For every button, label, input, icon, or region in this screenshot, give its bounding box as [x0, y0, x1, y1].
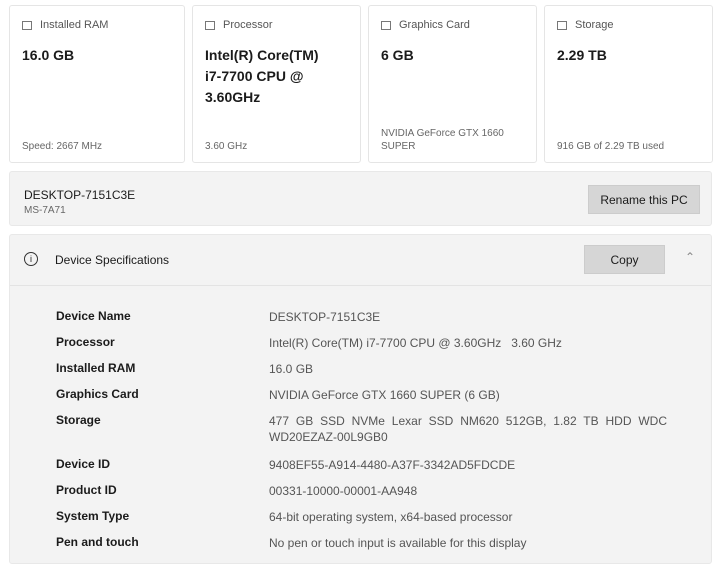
- spec-label: System Type: [56, 509, 130, 523]
- spec-value: Intel(R) Core(TM) i7-7700 CPU @ 3.60GHz …: [269, 336, 562, 350]
- card-label: Processor: [223, 19, 273, 31]
- spec-label: Device ID: [56, 457, 111, 471]
- spec-value: NVIDIA GeForce GTX 1660 SUPER (6 GB): [269, 388, 500, 402]
- spec-value: No pen or touch input is available for t…: [269, 536, 527, 550]
- card-value: 16.0 GB: [22, 47, 75, 63]
- spec-value: 16.0 GB: [269, 362, 314, 376]
- card-label: Graphics Card: [399, 19, 470, 31]
- card-graphics: Graphics Card 6 GB NVIDIA GeForce GTX 16…: [368, 5, 537, 163]
- device-specifications: i Device Specifications Copy ⌃ Device Na…: [9, 234, 712, 564]
- spec-label: Installed RAM: [56, 361, 136, 375]
- spec-label: Product ID: [56, 483, 117, 497]
- card-sub: 916 GB of 2.29 TB used: [557, 141, 665, 152]
- card-label: Installed RAM: [40, 19, 109, 31]
- spec-value: 9408EF55-A914-4480-A37F-3342AD5FDCDE: [269, 458, 516, 472]
- card-storage: Storage 2.29 TB 916 GB of 2.29 TB used: [544, 5, 713, 163]
- pc-name: DESKTOP-7151C3E: [24, 188, 136, 202]
- spec-label: Graphics Card: [56, 387, 139, 401]
- spec-label: Processor: [56, 335, 115, 349]
- pc-model: MS-7A71: [24, 205, 66, 216]
- pc-name-bar: DESKTOP-7151C3E MS-7A71 Rename this PC: [9, 171, 712, 226]
- spec-label: Pen and touch: [56, 535, 139, 549]
- card-value: 2.29 TB: [557, 47, 607, 63]
- spec-value: 64-bit operating system, x64-based proce…: [269, 510, 513, 524]
- card-processor: Processor Intel(R) Core(TM) i7-7700 CPU …: [192, 5, 361, 163]
- card-sub: 3.60 GHz: [205, 141, 248, 152]
- chevron-up-icon[interactable]: ⌃: [685, 250, 695, 264]
- card-value: Intel(R) Core(TM) i7-7700 CPU @ 3.60GHz: [205, 47, 319, 105]
- card-sub: Speed: 2667 MHz: [22, 141, 103, 152]
- storage-icon: [557, 20, 567, 30]
- spec-label: Device Name: [56, 309, 131, 323]
- copy-button[interactable]: Copy: [584, 245, 665, 274]
- card-value: 6 GB: [381, 47, 414, 63]
- spec-value: DESKTOP-7151C3E: [269, 310, 381, 324]
- processor-icon: [205, 20, 215, 30]
- graphics-card-icon: [381, 20, 391, 30]
- spec-value: 00331-10000-00001-AA948: [269, 484, 418, 498]
- spec-label: Storage: [56, 413, 101, 427]
- specs-header[interactable]: i Device Specifications Copy ⌃: [10, 235, 711, 286]
- specs-title: Device Specifications: [55, 253, 170, 267]
- card-installed-ram: Installed RAM 16.0 GB Speed: 2667 MHz: [9, 5, 185, 163]
- info-icon: i: [24, 252, 38, 266]
- spec-value: 477 GB SSD NVMe Lexar SSD NM620 512GB, 1…: [269, 414, 667, 444]
- card-label: Storage: [575, 19, 614, 31]
- ram-icon: [22, 20, 32, 30]
- card-sub: NVIDIA GeForce GTX 1660 SUPER: [381, 128, 504, 152]
- rename-pc-button[interactable]: Rename this PC: [588, 185, 700, 214]
